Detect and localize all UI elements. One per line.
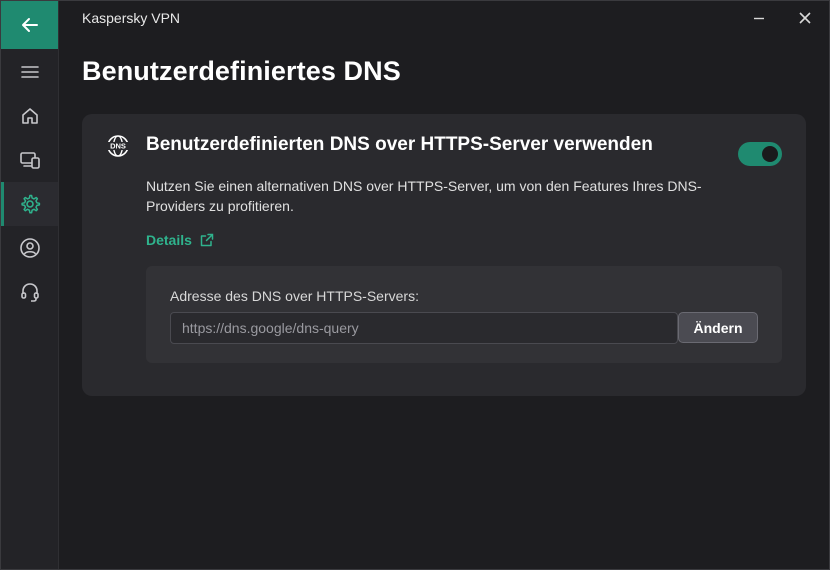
change-button[interactable]: Ändern xyxy=(678,312,758,343)
sidebar-item-settings[interactable] xyxy=(1,182,58,226)
dns-address-field[interactable] xyxy=(170,312,678,344)
dns-settings-card: DNS Benutzerdefinierten DNS over HTTPS-S… xyxy=(82,114,806,396)
custom-dns-toggle[interactable] xyxy=(738,142,782,166)
dns-address-section: Adresse des DNS over HTTPS-Servers: Ände… xyxy=(146,266,782,363)
app-window: Kaspersky VPN Benutzerdefiniertes DNS DN… xyxy=(0,0,830,570)
sidebar xyxy=(1,1,59,569)
details-label: Details xyxy=(146,232,192,248)
devices-icon xyxy=(19,152,40,169)
page-title: Benutzerdefiniertes DNS xyxy=(82,56,401,86)
window-title: Kaspersky VPN xyxy=(82,10,181,26)
card-description: Nutzen Sie einen alternativen DNS over H… xyxy=(146,178,702,214)
headset-icon xyxy=(20,283,39,302)
minimize-icon xyxy=(754,17,764,20)
sidebar-item-profile[interactable] xyxy=(1,226,58,270)
toggle-knob xyxy=(762,146,778,162)
details-link[interactable]: Details xyxy=(146,232,214,248)
home-icon xyxy=(21,108,38,124)
sidebar-item-devices[interactable] xyxy=(1,138,58,182)
close-button[interactable] xyxy=(793,7,817,29)
gear-icon xyxy=(20,194,40,214)
dns-icon: DNS xyxy=(107,135,129,157)
minimize-button[interactable] xyxy=(747,7,771,29)
user-icon xyxy=(19,238,40,258)
card-title: Benutzerdefinierten DNS over HTTPS-Serve… xyxy=(146,134,653,155)
sidebar-item-support[interactable] xyxy=(1,270,58,314)
sidebar-item-home[interactable] xyxy=(1,94,58,138)
external-link-icon xyxy=(200,233,214,247)
sidebar-item-menu[interactable] xyxy=(1,50,58,94)
menu-icon xyxy=(20,66,39,78)
close-icon xyxy=(799,12,811,24)
dns-address-label: Adresse des DNS over HTTPS-Servers: xyxy=(170,288,419,304)
dns-icon-label: DNS xyxy=(110,142,126,151)
arrow-left-icon xyxy=(21,18,38,32)
back-button[interactable] xyxy=(1,1,58,49)
